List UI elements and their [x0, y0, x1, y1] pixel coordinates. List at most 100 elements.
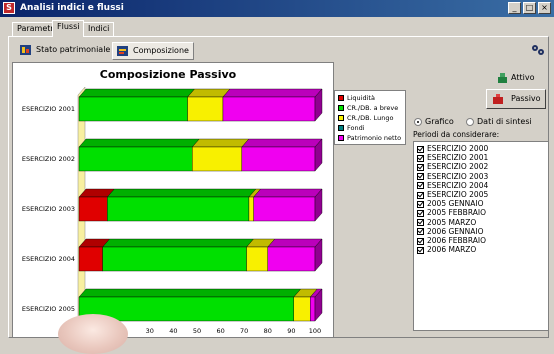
bar-segment: [78, 288, 302, 322]
bar-front: [107, 196, 250, 222]
x-tick-label: 50: [193, 327, 201, 335]
bar-segment: [253, 188, 323, 222]
bar-top: [78, 88, 196, 98]
legend-item: Liquidità: [338, 94, 375, 103]
bar-front: [241, 146, 316, 172]
period-label: 2005 FEBBRAIO: [427, 208, 486, 218]
composition-chart: Composizione Passivo 30 40 50 60 70 80 90 100 E…: [22, 68, 323, 335]
bar-segment: [102, 238, 255, 272]
legend-label: Fondi: [347, 124, 365, 132]
bar-front: [310, 296, 316, 322]
checkbox-checked-icon[interactable]: [417, 145, 424, 153]
bar-front: [192, 146, 243, 172]
bar-front: [102, 246, 247, 272]
bar-front: [78, 196, 108, 222]
subtab-label: Stato patrimoniale: [36, 45, 111, 54]
tab-flussi[interactable]: Flussi: [52, 20, 85, 37]
checkbox-checked-icon[interactable]: [417, 163, 424, 171]
bar-front: [187, 96, 224, 122]
period-label: 2006 FEBBRAIO: [427, 236, 486, 245]
legend-label: CR./DB. a breve: [347, 104, 399, 112]
legend-swatch: [338, 105, 344, 111]
period-label: ESERCIZIO 2003: [427, 171, 489, 181]
x-tick-label: 30: [146, 327, 154, 335]
window-title: Analisi indici e flussi: [20, 3, 124, 13]
bar-front: [248, 196, 254, 222]
period-label: ESERCIZIO 2002: [427, 162, 489, 172]
chart-title: Composizione Passivo: [100, 68, 237, 81]
legend-item: Fondi: [338, 124, 365, 133]
periods-list: ESERCIZIO 2000 ESERCIZIO 2001 ESERCIZIO 20…: [413, 141, 549, 331]
bar-segment: [241, 138, 323, 172]
radio-dati-sintesi[interactable]: Dati di sintesi: [466, 117, 532, 126]
app-icon: S: [3, 2, 15, 14]
period-label: 2005 GENNAIO: [427, 199, 484, 209]
checkbox-checked-icon[interactable]: [417, 246, 424, 254]
category-label: ESERCIZIO 2002: [22, 155, 75, 163]
checkbox-checked-icon[interactable]: [417, 191, 424, 199]
bar-segment: [267, 238, 323, 272]
checkbox-checked-icon[interactable]: [417, 173, 424, 181]
legend-item: Patrimonio netto: [338, 134, 401, 143]
period-item[interactable]: 2006 MARZO: [417, 245, 476, 255]
bar-front: [246, 246, 268, 272]
settings-icon[interactable]: [531, 44, 545, 56]
period-label: 2006 GENNAIO: [427, 226, 484, 236]
title-bar: S Analisi indici e flussi _ □ ×: [0, 0, 554, 17]
passivo-button[interactable]: Passivo: [486, 89, 546, 109]
bar-segment: [78, 88, 196, 122]
attivo-label: Attivo: [511, 73, 535, 82]
checkbox-checked-icon[interactable]: [417, 200, 424, 208]
category-label: ESERCIZIO 2004: [22, 255, 75, 263]
bar-segment: [78, 138, 200, 172]
checkbox-checked-icon[interactable]: [417, 228, 424, 236]
close-button[interactable]: ×: [538, 2, 551, 14]
bar-top: [191, 138, 250, 148]
period-label: ESERCIZIO 2004: [427, 180, 489, 190]
x-tick-label: 100: [309, 327, 321, 335]
legend-label: Patrimonio netto: [347, 134, 402, 142]
minimize-button[interactable]: _: [508, 2, 521, 14]
x-tick-label: 40: [169, 327, 177, 335]
legend-item: CR./DB. a breve: [338, 104, 398, 113]
bar-front: [78, 96, 188, 122]
bar-top: [78, 288, 302, 298]
checkbox-checked-icon[interactable]: [417, 182, 424, 190]
period-label: ESERCIZIO 2000: [427, 144, 489, 153]
legend-swatch: [338, 135, 344, 141]
bar-front: [78, 246, 103, 272]
attivo-icon: [498, 73, 507, 83]
radio-selected-icon: [414, 117, 422, 126]
bar-top: [102, 238, 255, 248]
legend-label: Liquidità: [347, 94, 375, 102]
subtab-composizione[interactable]: Composizione: [112, 42, 194, 60]
category-label: ESERCIZIO 2001: [22, 105, 75, 113]
checkbox-checked-icon[interactable]: [417, 154, 424, 162]
attivo-button[interactable]: Attivo: [493, 70, 545, 85]
tab-label: Indici: [88, 24, 110, 33]
bar-front: [78, 146, 193, 172]
chart-area: Composizione Passivo 30 40 50 60 70 80 90 100 E…: [12, 62, 334, 338]
bar-top: [187, 88, 231, 98]
bar-front: [293, 296, 311, 322]
checkbox-checked-icon[interactable]: [417, 209, 424, 217]
checkbox-checked-icon[interactable]: [417, 219, 424, 227]
period-label: ESERCIZIO 2005: [427, 190, 489, 199]
x-tick-label: 60: [216, 327, 224, 335]
radio-grafico[interactable]: Grafico: [414, 117, 454, 126]
subtab-stato-patrimoniale[interactable]: Stato patrimoniale: [16, 42, 114, 60]
x-tick-label: 70: [240, 327, 248, 335]
checkbox-checked-icon[interactable]: [417, 237, 424, 245]
x-tick-label: 90: [287, 327, 295, 335]
legend-swatch: [338, 95, 344, 101]
chart-icon: [20, 45, 31, 55]
bar-segment: [191, 138, 250, 172]
bar-top: [253, 188, 323, 198]
bar-top: [222, 88, 323, 98]
category-label: ESERCIZIO 2003: [22, 205, 75, 213]
tab-indici[interactable]: Indici: [83, 22, 115, 36]
maximize-button[interactable]: □: [523, 2, 536, 14]
bar-front: [222, 96, 316, 122]
bar-segment: [222, 88, 323, 122]
bar-segment: [106, 188, 257, 222]
